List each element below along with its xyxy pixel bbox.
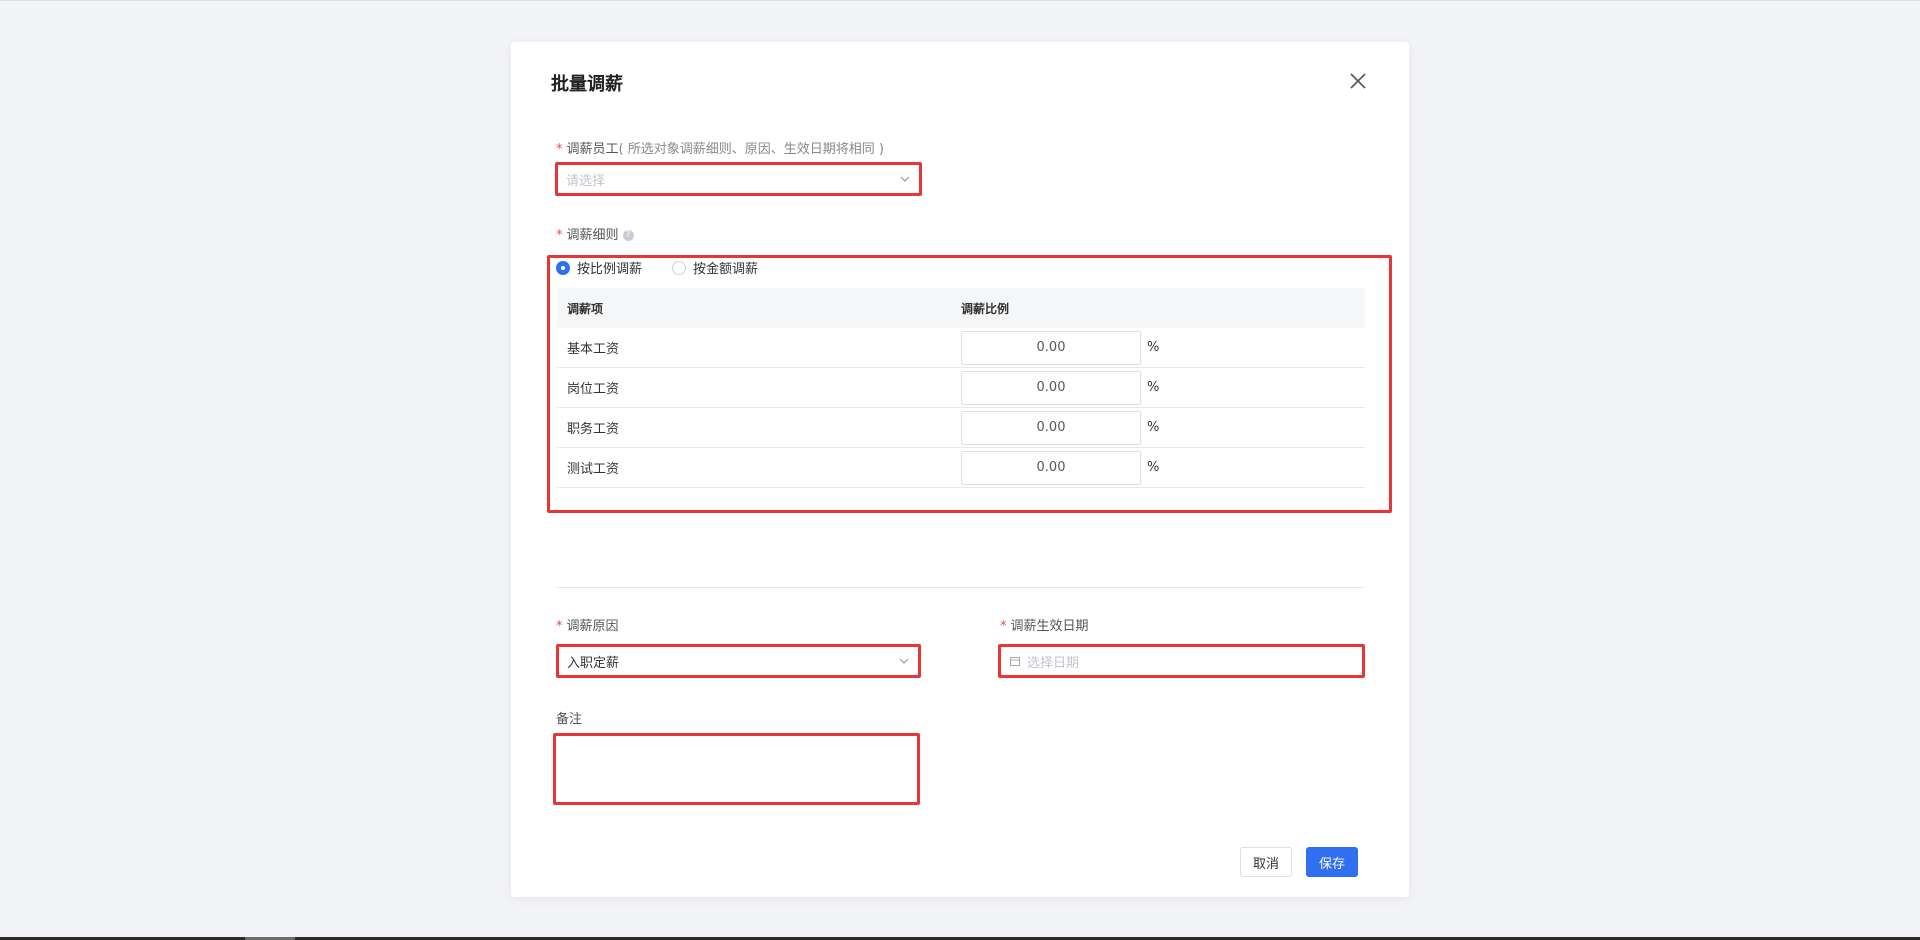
calendar-icon [1010,657,1020,666]
table-row: 测试工资 0.00% [557,448,1365,488]
required-mark: * [556,142,563,157]
table-row: 基本工资 0.00% [557,328,1365,368]
date-picker[interactable]: 选择日期 [1001,647,1362,675]
save-button[interactable]: 保存 [1306,847,1358,877]
radio-by-amount[interactable]: 按金额调薪 [672,258,758,277]
percent-unit: % [1147,460,1160,475]
table-row: 职务工资 0.00% [557,408,1365,448]
required-mark: * [556,619,563,634]
batch-salary-dialog: 批量调薪 * 调薪员工( 所选对象调薪细则、原因、生效日期将相同 ) 请选择 * 调… [511,42,1409,897]
salary-item-name: 测试工资 [567,462,620,477]
section-divider [557,587,1365,588]
table-row: 岗位工资 0.00% [557,368,1365,408]
required-mark: * [556,228,563,243]
salary-items-table: 调薪项 调薪比例 基本工资 0.00% 岗位工资 0.00% 职务工资 0.00… [557,288,1365,488]
employees-hint: ( 所选对象调薪细则、原因、生效日期将相同 ) [618,142,884,157]
close-icon[interactable] [1347,70,1369,92]
ratio-input[interactable]: 0.00 [961,330,1141,365]
top-border [0,0,1920,1]
reason-select[interactable]: 入职定薪 [559,647,918,675]
help-icon[interactable]: ? [622,230,634,241]
cancel-button[interactable]: 取消 [1240,847,1292,877]
remark-label: 备注 [556,712,583,727]
salary-item-name: 职务工资 [567,422,620,437]
dialog-title: 批量调薪 [551,74,623,95]
rule-type-radio-group: 按比例调薪 按金额调薪 [556,258,788,277]
employees-label: * 调薪员工( 所选对象调薪细则、原因、生效日期将相同 ) [556,142,884,157]
rules-label: * 调薪细则? [556,224,634,243]
column-header-item: 调薪项 [567,301,604,316]
chevron-down-icon [900,176,910,182]
column-header-ratio: 调薪比例 [961,301,1010,316]
salary-item-name: 岗位工资 [567,382,620,397]
remark-textarea[interactable] [556,736,917,802]
ratio-input[interactable]: 0.00 [961,450,1141,485]
radio-checked-icon [556,260,570,275]
radio-by-ratio[interactable]: 按比例调薪 [556,258,642,277]
percent-unit: % [1147,340,1160,355]
chevron-down-icon [899,658,909,664]
percent-unit: % [1147,420,1160,435]
effective-date-label: * 调薪生效日期 [1000,619,1089,634]
ratio-input[interactable]: 0.00 [961,410,1141,445]
reason-label: * 调薪原因 [556,619,619,634]
table-header: 调薪项 调薪比例 [557,288,1365,328]
percent-unit: % [1147,380,1160,395]
salary-item-name: 基本工资 [567,342,620,357]
radio-unchecked-icon [672,260,687,275]
ratio-input[interactable]: 0.00 [961,370,1141,405]
employees-select[interactable]: 请选择 [558,165,919,193]
required-mark: * [1000,619,1007,634]
